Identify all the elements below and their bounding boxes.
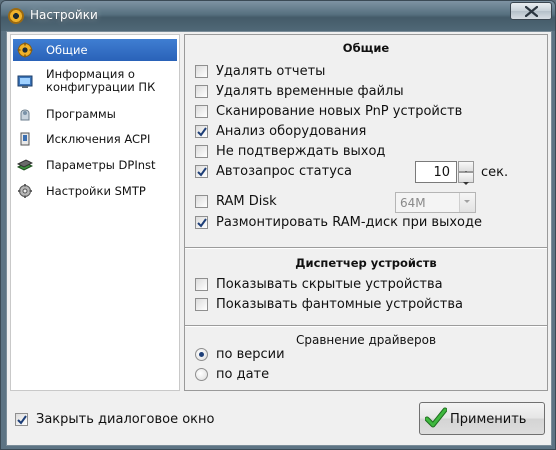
title-bar[interactable]: Настройки [1, 1, 555, 31]
radio-button[interactable] [195, 368, 208, 381]
option-label: RAM Disk [216, 194, 277, 209]
close-button[interactable] [510, 2, 552, 20]
acpi-icon [20, 132, 30, 146]
close-icon [525, 6, 538, 17]
sidebar-item-pc-info[interactable]: Информация о конфигурации ПК [13, 67, 177, 97]
checkbox[interactable] [195, 195, 208, 208]
ram-size-select[interactable]: 64M [395, 192, 476, 213]
sidebar-item-smtp[interactable]: Настройки SMTP [13, 181, 177, 201]
option-label: Удалять отчеты [216, 64, 326, 79]
settings-panel: Общие Удалять отчеты Удалять временные ф… [184, 34, 548, 391]
option-label: Закрыть диалоговое окно [36, 412, 215, 427]
option-label: по версии [216, 347, 285, 362]
chevron-down-icon [464, 200, 470, 203]
ram-size-value: 64M [400, 196, 426, 210]
status-interval-input[interactable]: 10 [415, 161, 457, 183]
dpinst-icon [17, 159, 33, 171]
radio-selected-dot [199, 352, 204, 357]
stepper-up-button[interactable] [458, 161, 474, 174]
chevron-down-icon [463, 182, 469, 185]
divider [185, 247, 547, 249]
option-label: Показывать фантомные устройства [216, 297, 463, 312]
device-manager-group-title: Диспетчер устройств [295, 256, 437, 270]
window-title: Настройки [30, 8, 98, 22]
option-label: Удалять временные файлы [216, 84, 404, 99]
sidebar-item-label: Исключения ACPI [46, 132, 151, 146]
checkbox[interactable] [15, 413, 28, 426]
category-list: Общие Информация о конфигурации ПК Прогр… [10, 34, 180, 391]
option-label: Показывать скрытые устройства [216, 277, 443, 292]
sidebar-item-label: Настройки SMTP [46, 184, 146, 198]
status-interval-stepper [458, 161, 474, 185]
sidebar-item-label: Общие [46, 43, 88, 57]
status-interval-unit: сек. [481, 165, 509, 180]
option-label: Анализ оборудования [216, 124, 367, 139]
option-label: Автозапрос статуса [216, 164, 353, 179]
sidebar-item-acpi[interactable]: Исключения ACPI [13, 129, 177, 149]
option-label: Не подтверждать выход [216, 144, 386, 159]
checkmark-icon [17, 415, 27, 425]
checkmark-icon [197, 218, 207, 228]
dropdown-button[interactable] [459, 193, 475, 212]
sidebar-item-label: Параметры DPInst [46, 158, 156, 172]
checkbox[interactable] [195, 85, 208, 98]
checkbox[interactable] [195, 216, 208, 229]
option-label: по дате [216, 367, 270, 382]
smtp-gear-icon [18, 184, 32, 198]
checkbox[interactable] [195, 298, 208, 311]
settings-window: Настройки Общие Информация о конфигураци… [0, 0, 556, 450]
apply-button-label: Применить [450, 412, 527, 427]
divider [185, 325, 547, 327]
app-icon [8, 8, 24, 24]
sidebar-item-general[interactable]: Общие [13, 39, 177, 61]
programs-icon [20, 109, 30, 121]
green-check-icon [425, 407, 447, 428]
sidebar-item-dpinst[interactable]: Параметры DPInst [13, 155, 177, 175]
checkmark-icon [197, 127, 207, 137]
general-group-title: Общие [342, 41, 390, 55]
stepper-down-button[interactable] [458, 172, 474, 185]
computer-info-icon [17, 75, 33, 88]
gear-icon [17, 42, 33, 58]
checkmark-icon [197, 167, 207, 177]
dialog-body: Общие Информация о конфигурации ПК Прогр… [6, 31, 552, 446]
sidebar-item-label: Программы [46, 107, 116, 121]
sidebar-item-programs[interactable]: Программы [13, 104, 177, 124]
checkbox[interactable] [195, 125, 208, 138]
sidebar-item-label: Информация о конфигурации ПК [46, 67, 156, 94]
apply-button[interactable]: Применить [419, 402, 545, 435]
option-label: Сканирование новых PnP устройств [216, 104, 463, 119]
radio-button[interactable] [195, 348, 208, 361]
checkbox[interactable] [195, 105, 208, 118]
checkbox[interactable] [195, 278, 208, 291]
checkbox[interactable] [195, 145, 208, 158]
driver-compare-group-title: Сравнение драйверов [295, 333, 437, 347]
option-label: Размонтировать RAM-диск при выходе [216, 215, 482, 230]
checkbox[interactable] [195, 65, 208, 78]
checkbox[interactable] [195, 165, 208, 178]
